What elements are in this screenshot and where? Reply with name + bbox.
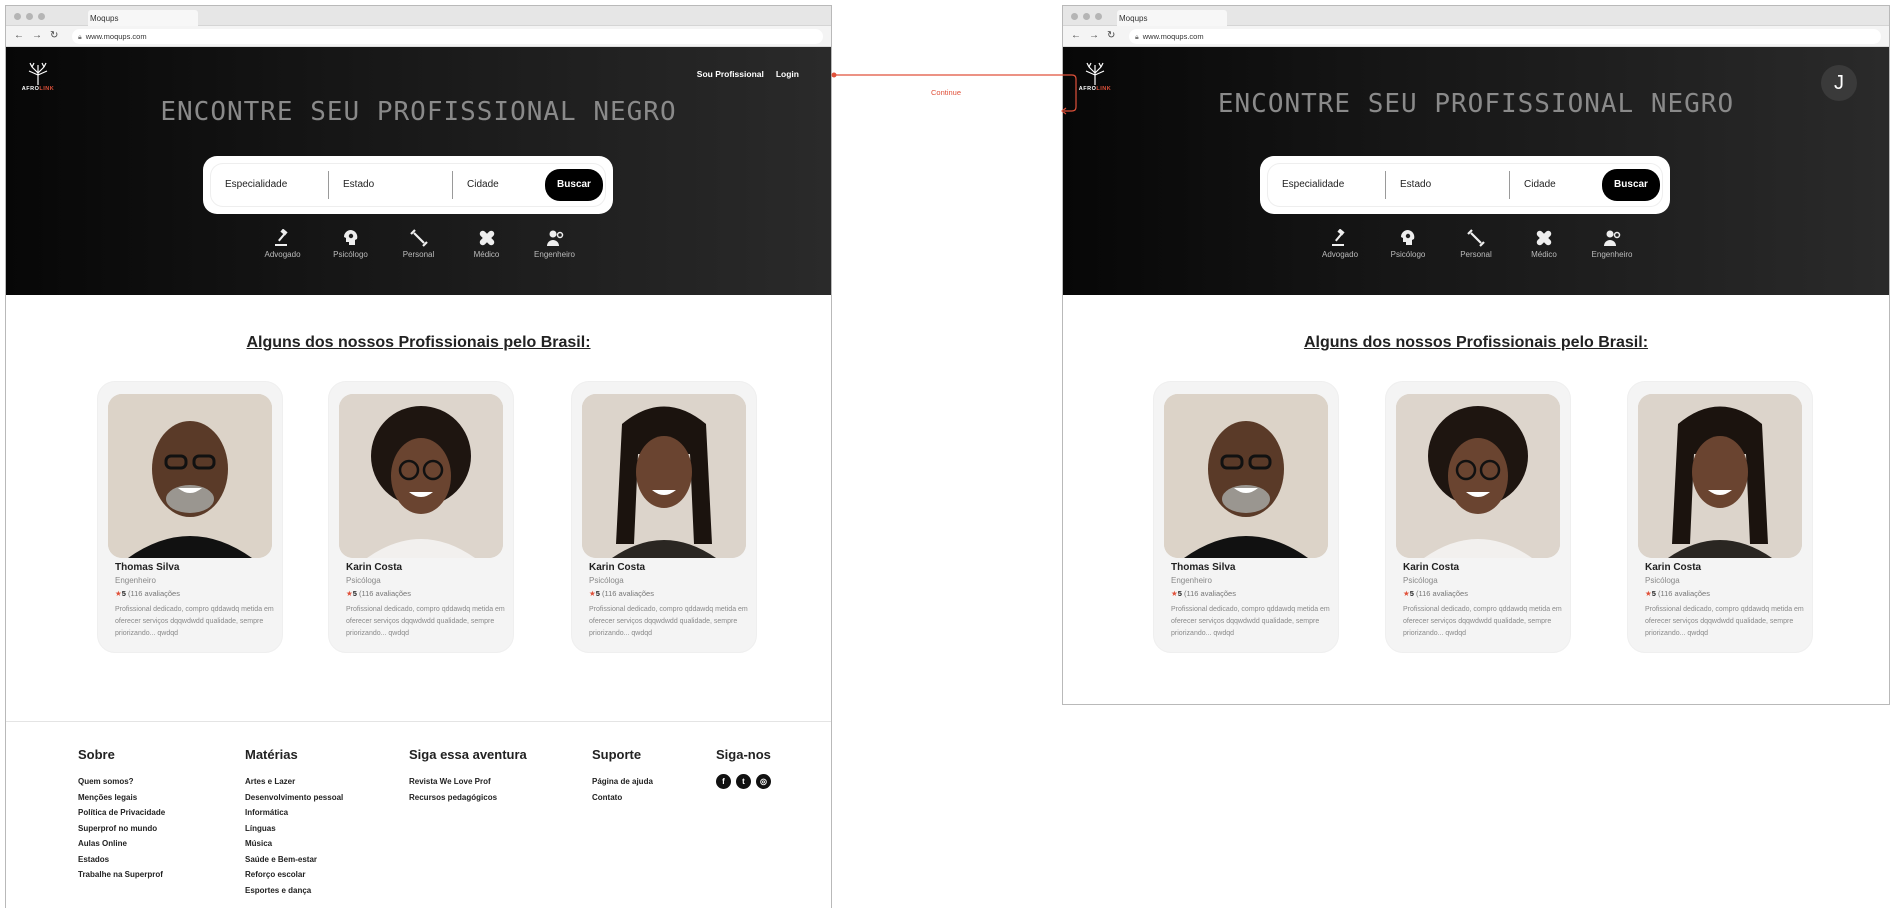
canvas: Moqups ← → ↻ 🔒︎ www.moqups.com AFROLINK S… — [0, 0, 1896, 908]
continue-label: Continue — [931, 88, 962, 97]
flow-connector — [831, 72, 1077, 115]
